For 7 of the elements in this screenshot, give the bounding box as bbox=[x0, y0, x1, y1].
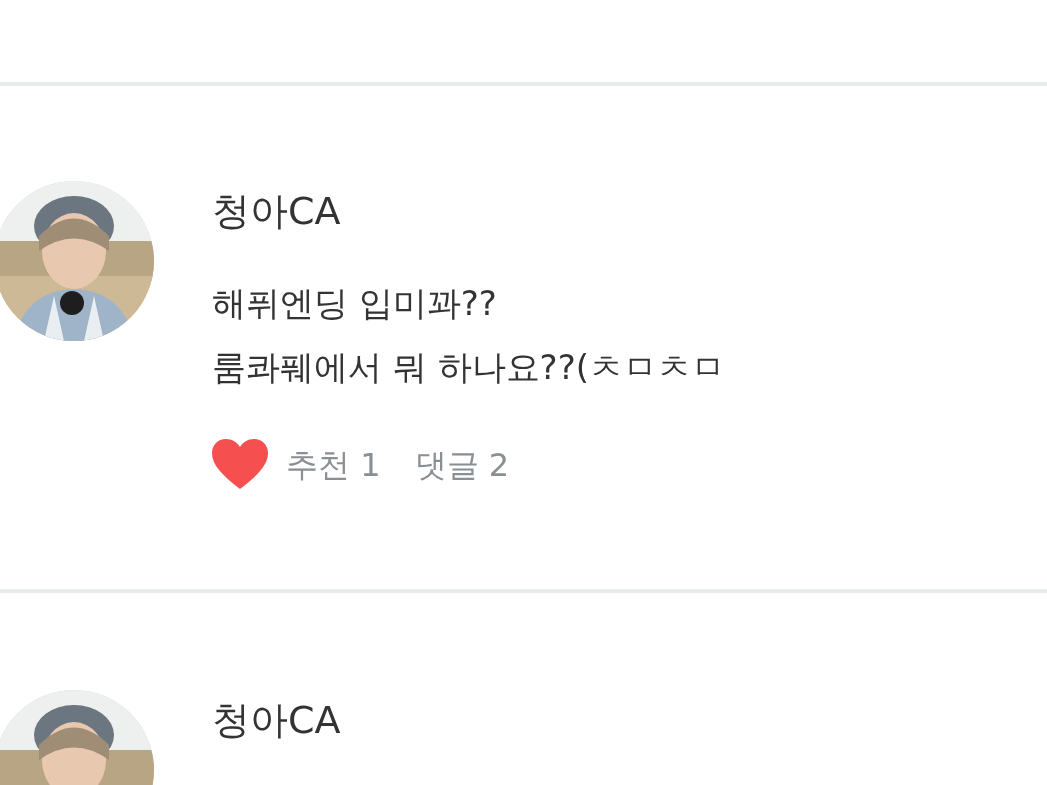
heart-icon[interactable] bbox=[212, 438, 268, 491]
author-name: 청아CA bbox=[212, 191, 342, 233]
like-count: 추천 1 bbox=[286, 444, 381, 486]
author-name: 청아CA bbox=[212, 699, 341, 742]
post-text: 해퓌엔딩 입미꽈?? bbox=[212, 281, 498, 325]
post-text: 룸콰풰에서 뭐 하나요??(ㅊㅁㅊㅁ bbox=[212, 345, 725, 389]
comment-count[interactable]: 댓글 2 bbox=[414, 440, 510, 489]
